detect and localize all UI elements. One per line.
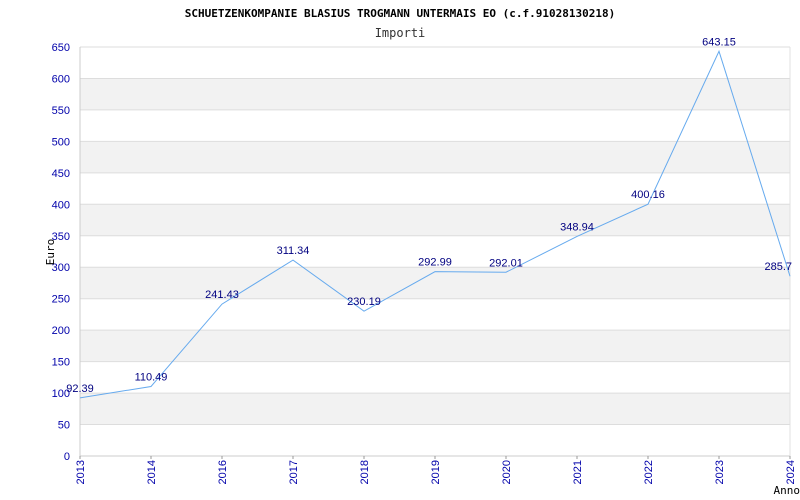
y-tick-label: 200 (52, 325, 70, 337)
data-label: 292.99 (418, 257, 452, 269)
data-label: 92.39 (66, 383, 94, 395)
x-axis-ticks: 2013 2014 2016 2017 2018 2019 2020 2021 2022 2023… (75, 456, 797, 484)
y-tick-label: 0 (64, 451, 70, 463)
x-tick-label: 2023 (714, 460, 726, 484)
x-tick-label: 2021 (572, 460, 584, 484)
data-label: 292.01 (489, 257, 523, 269)
y-tick-label: 150 (52, 357, 70, 369)
y-tick-label: 400 (52, 199, 70, 211)
data-label: 110.49 (135, 371, 168, 383)
y-tick-label: 600 (52, 73, 70, 85)
x-tick-label: 2024 (785, 460, 797, 484)
data-label: 643.15 (702, 36, 736, 48)
x-tick-label: 2017 (288, 460, 300, 484)
chart-title: SCHUETZENKOMPANIE BLASIUS TROGMANN UNTER… (185, 7, 615, 20)
x-axis-label: Anno (774, 484, 800, 497)
x-tick-label: 2016 (217, 460, 229, 484)
y-tick-label: 650 (52, 42, 70, 54)
data-label: 400.16 (631, 189, 665, 201)
x-tick-label: 2022 (643, 460, 655, 484)
data-label: 241.43 (205, 289, 239, 301)
data-label: 348.94 (560, 221, 594, 233)
grid-band (80, 78, 790, 110)
x-tick-label: 2020 (501, 460, 513, 484)
x-tick-label: 2014 (146, 460, 158, 484)
data-label: 285.7 (764, 261, 792, 273)
y-tick-label: 250 (52, 294, 70, 306)
y-tick-label: 500 (52, 136, 70, 148)
x-tick-label: 2019 (430, 460, 442, 484)
y-tick-label: 50 (58, 420, 70, 432)
y-tick-label: 550 (52, 105, 70, 117)
data-label: 230.19 (347, 296, 381, 308)
x-tick-label: 2018 (359, 460, 371, 484)
background-bands (80, 78, 790, 425)
y-axis-label: Euro (44, 239, 57, 266)
data-label: 311.34 (277, 245, 310, 257)
grid-band (80, 141, 790, 173)
x-tick-label: 2013 (75, 460, 87, 484)
y-tick-label: 450 (52, 168, 70, 180)
chart-subtitle: Importi (375, 26, 426, 40)
line-chart: 050100150200250300350400450500550600650 … (44, 7, 800, 497)
grid-band (80, 204, 790, 236)
grid-band (80, 393, 790, 425)
